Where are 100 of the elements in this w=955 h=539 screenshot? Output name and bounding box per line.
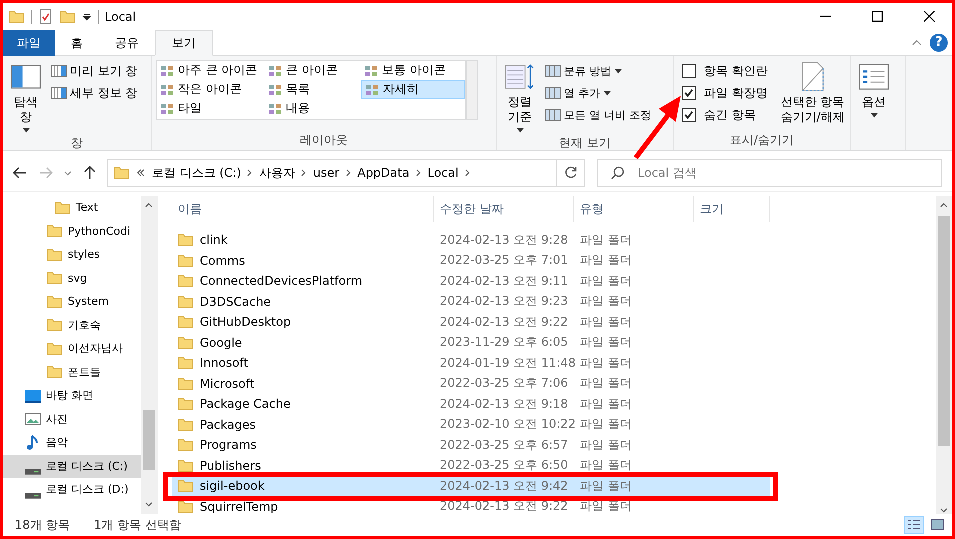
file-type: 파일 폴더 bbox=[579, 498, 633, 514]
scrollbar[interactable] bbox=[141, 196, 157, 514]
checkbox[interactable] bbox=[682, 86, 696, 100]
options-button[interactable]: 옵션 bbox=[855, 60, 893, 150]
properties-icon[interactable] bbox=[38, 8, 54, 24]
pane-button[interactable]: 미리 보기 창 bbox=[51, 62, 138, 80]
file-row[interactable]: Programs 2022-03-25 오후 6:57 파일 폴더 bbox=[172, 435, 770, 456]
layout-option[interactable]: 타일 bbox=[157, 99, 265, 118]
tree-item[interactable]: System bbox=[3, 290, 141, 314]
file-name: Innosoft bbox=[200, 356, 248, 370]
breadcrumb[interactable]: AppData bbox=[358, 166, 410, 180]
view-icon bbox=[268, 82, 282, 96]
breadcrumb[interactable]: user bbox=[313, 166, 340, 180]
view-button[interactable]: 분류 방법 bbox=[545, 62, 652, 80]
view-button[interactable]: 열 추가 bbox=[545, 84, 652, 102]
file-row[interactable]: D3DSCache 2024-02-13 오전 9:23 파일 폴더 bbox=[172, 292, 770, 312]
tree-item[interactable]: 이선자님사 bbox=[3, 337, 141, 360]
view-icon bbox=[268, 102, 282, 116]
tree-item[interactable]: 폰트들 bbox=[3, 360, 141, 384]
column-header[interactable]: 수정한 날짜 bbox=[434, 196, 574, 222]
tree-item[interactable]: 로컬 디스크 (D:) bbox=[3, 478, 141, 502]
chevron-icon[interactable] bbox=[464, 168, 471, 178]
file-name: SquirrelTemp bbox=[200, 500, 278, 514]
ribbon-tab[interactable]: 홈 bbox=[55, 30, 99, 56]
file-row[interactable]: ConnectedDevicesPlatform 2024-02-13 오전 9:11 파일 폴더 bbox=[172, 271, 770, 292]
chevron-icon[interactable] bbox=[301, 168, 308, 178]
drive-icon bbox=[25, 492, 41, 499]
address-bar[interactable]: 로컬 디스크 (C:) 사용자 user AppData Local bbox=[107, 159, 585, 187]
file-type: 파일 폴더 bbox=[579, 436, 633, 454]
tree-item[interactable]: 기호숙 bbox=[3, 314, 141, 337]
tree-item[interactable]: 음악 bbox=[3, 431, 141, 454]
breadcrumb[interactable]: 사용자 bbox=[259, 164, 296, 182]
file-row[interactable]: SquirrelTemp 2024-02-13 오전 9:22 파일 폴더 bbox=[172, 496, 770, 514]
scroll-thumb[interactable] bbox=[938, 216, 950, 446]
folder-icon bbox=[47, 364, 63, 380]
checkbox-option[interactable]: 항목 확인란 bbox=[678, 62, 768, 80]
file-row[interactable]: Packages 2023-02-10 오전 10:22 파일 폴더 bbox=[172, 414, 770, 435]
file-row[interactable]: Microsoft 2022-03-25 오후 7:06 파일 폴더 bbox=[172, 374, 770, 394]
search-field[interactable]: Local 검색 bbox=[597, 159, 942, 187]
file-row[interactable]: Comms 2022-03-25 오후 7:01 파일 폴더 bbox=[172, 250, 770, 271]
scroll-thumb[interactable] bbox=[143, 410, 155, 470]
ribbon-tab[interactable]: 파일 bbox=[3, 30, 55, 56]
columns-icon bbox=[545, 63, 561, 79]
layout-option[interactable]: 작은 아이콘 bbox=[157, 80, 265, 99]
file-row[interactable]: clink 2024-02-13 오전 9:28 파일 폴더 bbox=[172, 230, 770, 250]
checkbox[interactable] bbox=[682, 108, 696, 122]
layout-option[interactable]: 큰 아이콘 bbox=[265, 61, 361, 80]
checkbox[interactable] bbox=[682, 64, 696, 78]
checkbox-option[interactable]: 숨긴 항목 bbox=[678, 106, 768, 124]
chevron-up-icon[interactable] bbox=[912, 38, 922, 48]
file-type: 파일 폴더 bbox=[579, 252, 633, 270]
file-row[interactable]: Google 2023-11-29 오후 6:05 파일 폴더 bbox=[172, 332, 770, 353]
pane-button[interactable]: 세부 정보 창 bbox=[51, 84, 138, 102]
details-view-button[interactable] bbox=[904, 516, 924, 534]
chevron-icon[interactable] bbox=[346, 168, 352, 178]
gallery-scrollbar[interactable] bbox=[466, 60, 478, 120]
checkbox-option[interactable]: 파일 확장명 bbox=[678, 84, 768, 102]
tree-item[interactable]: svg bbox=[3, 266, 141, 290]
hide-selected-button[interactable]: 선택한 항목 숨기기/해제 bbox=[774, 60, 852, 132]
modified-date: 2024-02-13 오전 9:42 bbox=[439, 478, 570, 495]
tree-item[interactable]: styles bbox=[3, 243, 141, 266]
selection-count: 1개 항목 선택함 bbox=[94, 516, 182, 534]
tree-item[interactable]: 바탕 화면 bbox=[3, 384, 141, 408]
tree-item[interactable]: 로컬 디스크 (C:) bbox=[3, 454, 141, 478]
help-button[interactable]: ? bbox=[930, 34, 948, 52]
tree-item[interactable]: 사진 bbox=[3, 408, 141, 431]
tree-item[interactable]: Text bbox=[3, 196, 141, 220]
breadcrumb[interactable]: 로컬 디스크 (C:) bbox=[152, 164, 242, 182]
sort-by-button[interactable]: 정렬 기준 bbox=[501, 60, 539, 135]
double-chevron-icon[interactable] bbox=[136, 168, 146, 178]
file-row[interactable]: GitHubDesktop 2024-02-13 오전 9:22 파일 폴더 bbox=[172, 312, 770, 332]
tree-item[interactable]: PythonCodi bbox=[3, 220, 141, 243]
file-type: 파일 폴더 bbox=[579, 457, 633, 474]
folder-icon bbox=[47, 340, 63, 357]
chevron-icon[interactable] bbox=[416, 168, 422, 178]
folder-icon bbox=[178, 294, 194, 310]
column-header[interactable]: 유형 bbox=[574, 196, 694, 222]
scrollbar[interactable] bbox=[936, 196, 952, 514]
layout-option[interactable]: 자세히 bbox=[361, 80, 465, 99]
chevron-icon[interactable] bbox=[247, 168, 254, 178]
layout-option[interactable]: 아주 큰 아이콘 bbox=[157, 61, 265, 80]
column-header[interactable]: 크기 bbox=[694, 196, 770, 222]
group-label: 창 bbox=[70, 135, 84, 151]
layout-option[interactable]: 내용 bbox=[265, 99, 361, 118]
pane-icon bbox=[51, 85, 67, 101]
layout-option[interactable]: 보통 아이콘 bbox=[361, 61, 465, 80]
caret-icon[interactable] bbox=[82, 12, 92, 22]
ribbon-tab[interactable]: 보기 bbox=[155, 30, 213, 56]
file-row[interactable]: Publishers 2022-03-25 오후 6:50 파일 폴더 bbox=[172, 456, 770, 476]
breadcrumb[interactable]: Local bbox=[428, 166, 459, 180]
file-row[interactable]: Innosoft 2024-01-19 오전 11:48 파일 폴더 bbox=[172, 353, 770, 374]
folder-icon bbox=[178, 355, 194, 372]
file-row[interactable]: Package Cache 2024-02-13 오전 9:18 파일 폴더 bbox=[172, 394, 770, 414]
navigation-pane-button[interactable]: 탐색 창 bbox=[7, 60, 45, 135]
ribbon-tab[interactable]: 공유 bbox=[99, 30, 155, 56]
modified-date: 2024-02-13 오전 9:22 bbox=[439, 314, 570, 331]
view-button[interactable]: 모든 열 너비 조정 bbox=[545, 106, 652, 124]
layout-option[interactable]: 목록 bbox=[265, 80, 361, 99]
picture-icon bbox=[931, 518, 945, 532]
column-header[interactable]: 이름 bbox=[172, 196, 434, 222]
